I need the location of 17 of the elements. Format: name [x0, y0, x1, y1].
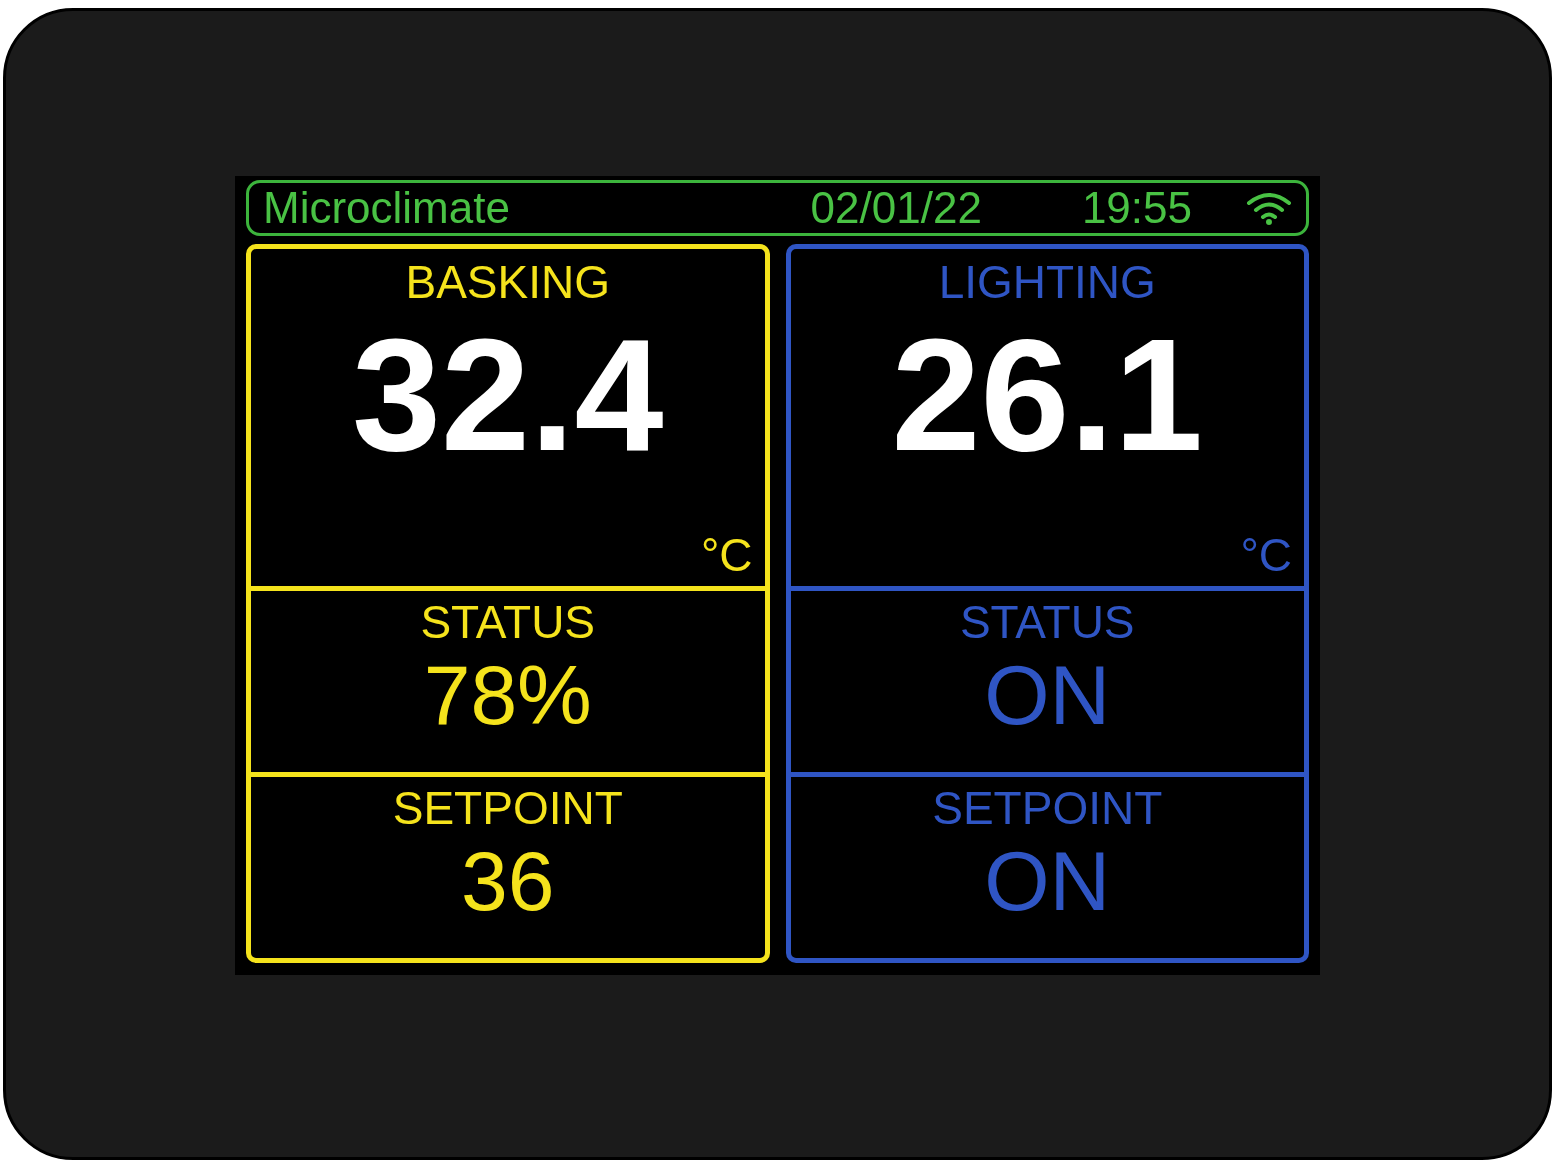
unit-label: °C — [1240, 531, 1292, 578]
unit-label: °C — [700, 531, 753, 578]
status-label: STATUS — [420, 598, 596, 645]
temperature-reading: 26.1 — [890, 314, 1204, 475]
panel-title: LIGHTING — [938, 258, 1156, 305]
status-value: ON — [984, 652, 1111, 737]
time-text: 19:55 — [1081, 185, 1192, 230]
setpoint-label: SETPOINT — [932, 784, 1163, 831]
status-label: STATUS — [959, 598, 1135, 645]
panel-title: BASKING — [405, 258, 610, 305]
date-text: 02/01/22 — [810, 185, 982, 230]
setpoint-label: SETPOINT — [392, 784, 623, 831]
setpoint-value: ON — [984, 838, 1111, 923]
temperature-reading: 32.4 — [351, 314, 665, 475]
status-value: 78% — [423, 652, 592, 737]
app-title: Microclimate — [263, 185, 510, 230]
setpoint-value: 36 — [461, 838, 555, 923]
